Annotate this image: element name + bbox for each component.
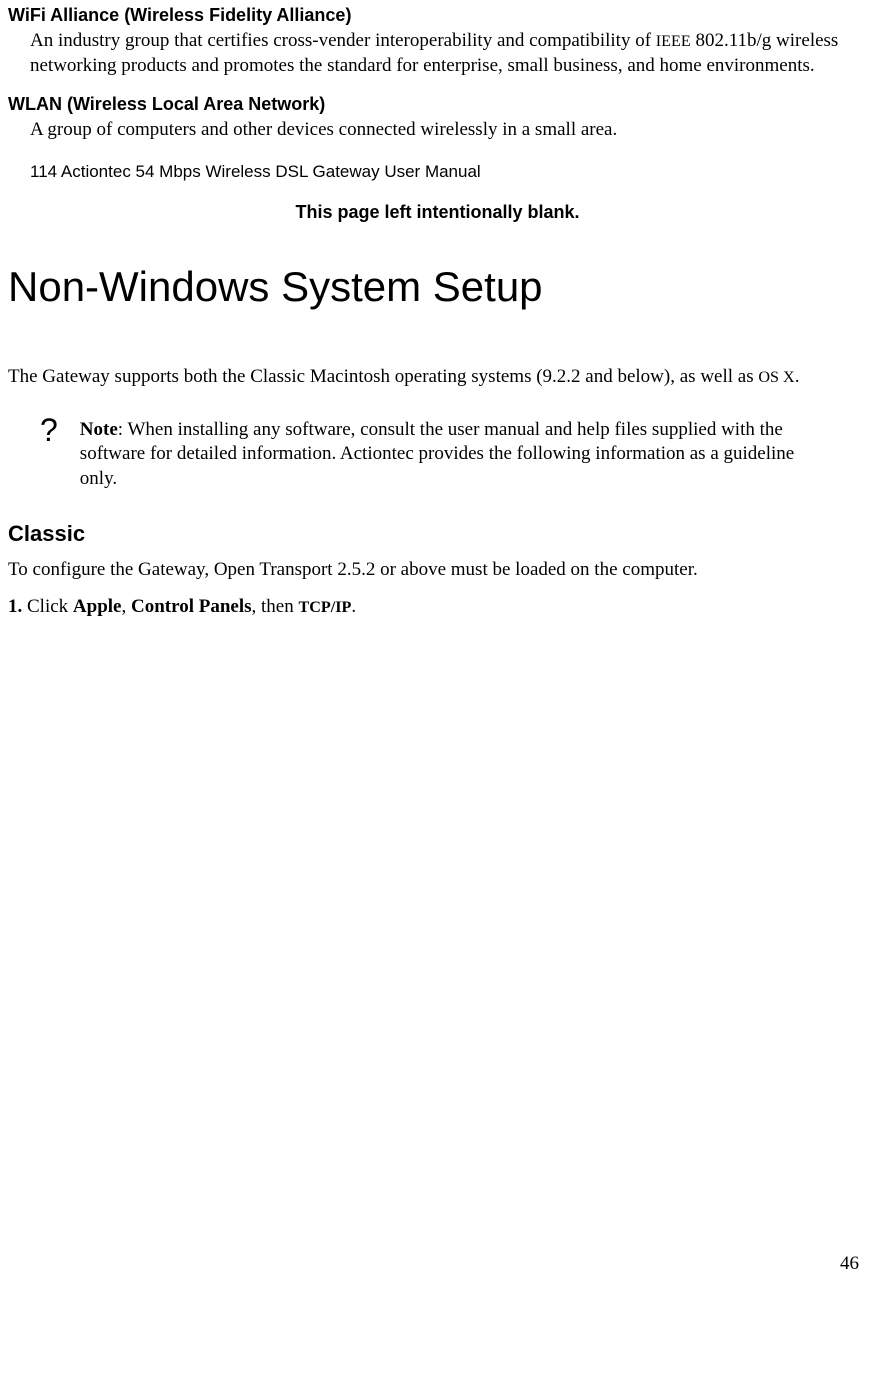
text: . — [351, 596, 356, 617]
step-1: 1. Click Apple, Control Panels, then TCP… — [8, 595, 867, 620]
glossary-term-wifi: WiFi Alliance (Wireless Fidelity Allianc… — [8, 4, 867, 27]
glossary-def-wifi: An industry group that certifies cross-v… — [30, 29, 867, 78]
text: : When installing any software, consult … — [80, 419, 794, 489]
glossary-def-wlan: A group of computers and other devices c… — [30, 118, 867, 143]
note-label: Note — [80, 419, 118, 440]
text-smallcaps: IEEE — [656, 33, 691, 50]
note-icon: ? — [40, 414, 58, 446]
manual-header-line: 114 Actiontec 54 Mbps Wireless DSL Gatew… — [30, 161, 867, 183]
text: The Gateway supports both the Classic Ma… — [8, 366, 758, 387]
text: Click — [22, 596, 73, 617]
blank-page-notice: This page left intentionally blank. — [8, 201, 867, 224]
text: , — [122, 596, 132, 617]
text: . — [795, 366, 800, 387]
classic-intro-paragraph: To configure the Gateway, Open Transport… — [8, 558, 867, 583]
text-smallcaps: OS X — [758, 369, 794, 386]
note-text: Note: When installing any software, cons… — [80, 418, 867, 492]
step-number: 1. — [8, 596, 22, 617]
text: , then — [252, 596, 299, 617]
ui-tcpip: TCP/IP — [298, 599, 351, 616]
page-number: 46 — [840, 1252, 859, 1277]
glossary-term-wlan: WLAN (Wireless Local Area Network) — [8, 93, 867, 116]
intro-paragraph: The Gateway supports both the Classic Ma… — [8, 365, 867, 390]
subsection-title-classic: Classic — [8, 520, 867, 549]
text: An industry group that certifies cross-v… — [30, 30, 656, 51]
ui-apple: Apple — [73, 596, 122, 617]
note-block: ? Note: When installing any software, co… — [40, 418, 867, 492]
ui-control-panels: Control Panels — [131, 596, 252, 617]
section-title: Non-Windows System Setup — [8, 260, 867, 315]
